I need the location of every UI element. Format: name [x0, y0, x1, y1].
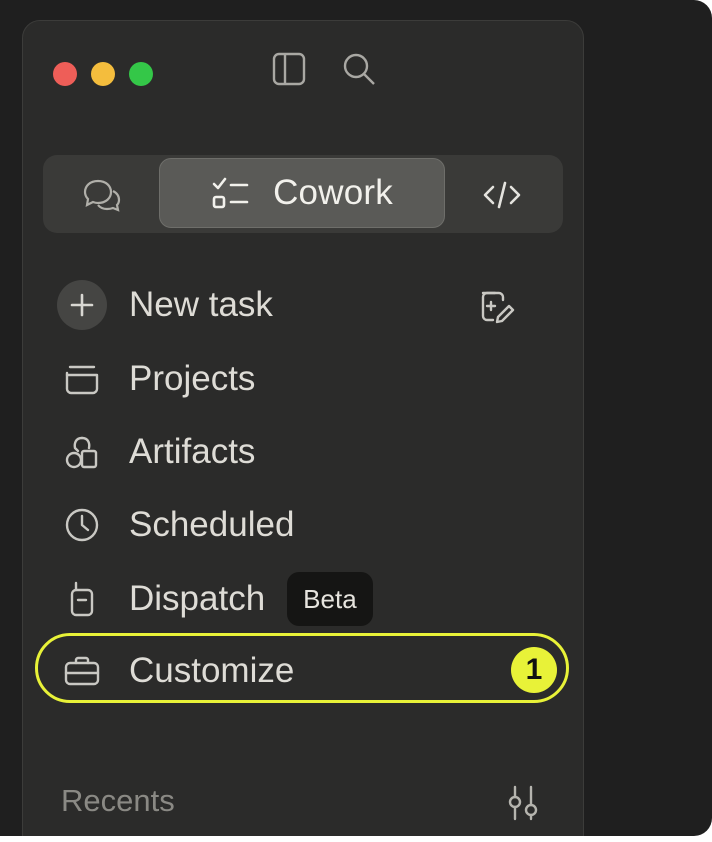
recents-heading: Recents	[61, 783, 175, 818]
sliders-icon[interactable]	[501, 781, 545, 825]
projects-label: Projects	[129, 359, 256, 398]
zoom-window-button[interactable]	[129, 62, 153, 86]
code-mode-tab[interactable]	[481, 174, 523, 216]
artifacts-label: Artifacts	[129, 432, 256, 471]
mode-switcher: Cowork	[43, 155, 563, 233]
sidebar-window: Cowork New task Projects Artifacts Sched…	[22, 20, 584, 836]
search-icon[interactable]	[339, 49, 379, 89]
beta-badge: Beta	[287, 572, 373, 626]
plus-icon	[57, 280, 107, 330]
screen-frame: Cowork New task Projects Artifacts Sched…	[0, 0, 712, 836]
chat-bubbles-icon	[83, 179, 121, 212]
projects-item[interactable]: Projects	[57, 351, 557, 407]
clock-icon	[57, 500, 107, 550]
checklist-icon	[212, 177, 249, 209]
cowork-mode-tab[interactable]: Cowork	[159, 158, 445, 228]
dispatch-label: Dispatch	[129, 579, 266, 618]
window-controls	[53, 62, 153, 86]
walkie-talkie-icon	[57, 574, 107, 624]
step-number-badge: 1	[511, 647, 557, 693]
folder-icon	[57, 354, 107, 404]
dispatch-item[interactable]: Dispatch Beta	[57, 571, 557, 627]
code-icon	[483, 181, 521, 209]
new-task-icon-wrap	[57, 280, 107, 330]
annotation-highlight	[35, 633, 569, 703]
scheduled-item[interactable]: Scheduled	[57, 497, 557, 553]
shapes-icon	[57, 427, 107, 477]
compose-icon[interactable]	[477, 286, 517, 326]
close-window-button[interactable]	[53, 62, 77, 86]
chat-mode-tab[interactable]	[81, 174, 123, 216]
minimize-window-button[interactable]	[91, 62, 115, 86]
cowork-tab-label: Cowork	[273, 173, 393, 212]
new-task-label: New task	[129, 285, 273, 324]
scheduled-label: Scheduled	[129, 505, 295, 544]
artifacts-item[interactable]: Artifacts	[57, 424, 557, 480]
sidebar-toggle-icon[interactable]	[269, 49, 309, 89]
